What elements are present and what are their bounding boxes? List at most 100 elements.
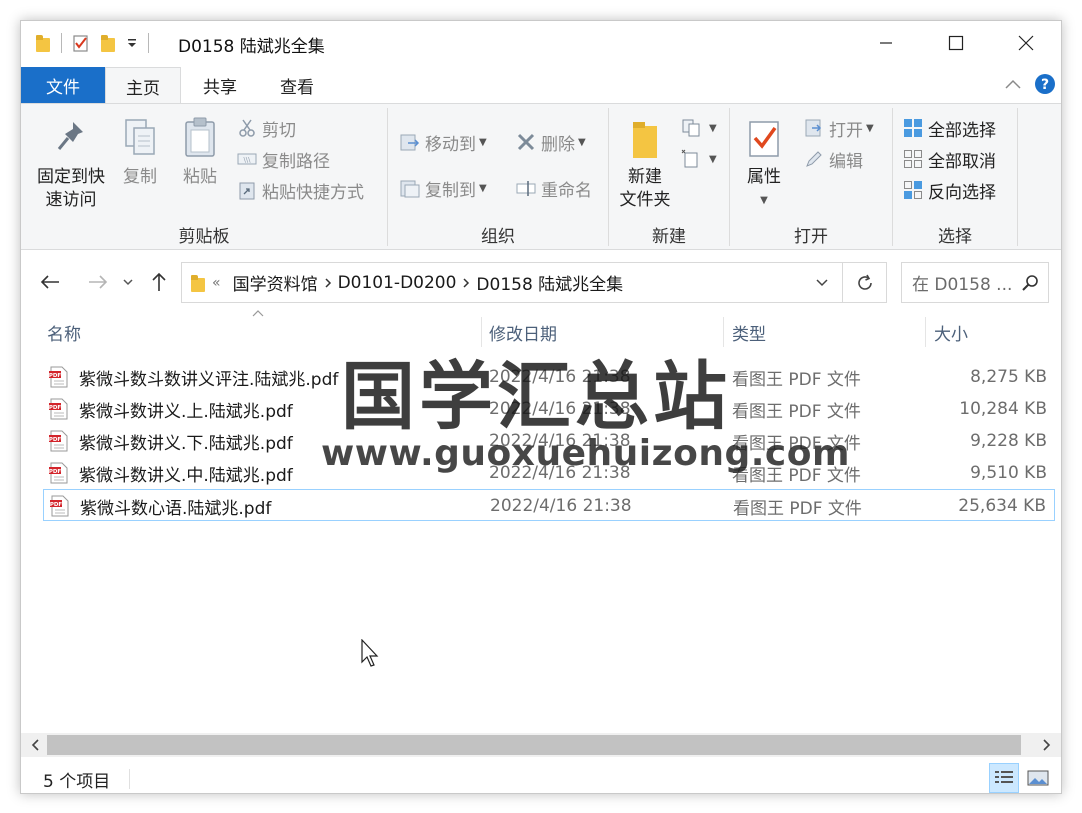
arrow-right-icon	[89, 275, 108, 289]
breadcrumb-item[interactable]: 国学资料馆	[233, 270, 318, 295]
tab-view[interactable]: 查看	[259, 67, 335, 103]
select-all-label: 全部选择	[928, 120, 996, 141]
properties-label: 属性	[747, 167, 781, 187]
large-icons-view-button[interactable]	[1023, 763, 1053, 793]
cut-label: 剪切	[262, 120, 296, 141]
maximize-button[interactable]	[933, 21, 979, 65]
chevron-down-icon: ▼	[866, 122, 874, 134]
address-bar[interactable]: « 国学资料馆 D0101-D0200 D0158 陆斌兆全集	[181, 262, 843, 303]
paste-button[interactable]: 粘贴	[173, 116, 227, 189]
select-none-button[interactable]: 全部取消	[903, 145, 996, 173]
copy-path-button[interactable]: \\\ 复制路径	[237, 145, 330, 173]
divider	[148, 33, 149, 53]
refresh-button[interactable]	[843, 262, 887, 303]
properties-button[interactable]: 属性 ▼	[736, 116, 792, 212]
search-icon	[1022, 275, 1038, 291]
move-to-icon	[400, 134, 420, 151]
open-icon	[805, 119, 822, 137]
scroll-right-button[interactable]	[1035, 733, 1059, 757]
new-group: 新建 文件夹 ▼ ▼ 新建	[609, 104, 729, 251]
edit-button[interactable]: 编辑	[804, 145, 863, 173]
rename-label: 重命名	[541, 180, 592, 201]
invert-selection-icon	[904, 181, 922, 199]
explorer-window: D0158 陆斌兆全集 文件 主页 共享 查看 ? 固定到快 速访问 复制 粘贴…	[20, 20, 1062, 794]
pdf-file-icon: PDF	[49, 430, 68, 452]
pdf-file-icon: PDF	[49, 462, 68, 484]
new-folder-label-line2: 文件夹	[619, 190, 671, 210]
move-to-button[interactable]: 移动到 ▼	[400, 128, 487, 156]
address-dropdown-button[interactable]	[802, 263, 842, 302]
file-type: 看图王 PDF 文件	[732, 369, 861, 390]
folder-icon[interactable]	[35, 34, 51, 52]
close-button[interactable]	[1003, 21, 1049, 65]
chevron-down-icon	[816, 278, 828, 286]
breadcrumb-item[interactable]: D0158 陆斌兆全集	[476, 270, 623, 295]
maximize-icon	[948, 35, 964, 51]
details-view-icon	[995, 771, 1013, 783]
svg-text:?: ?	[1041, 77, 1049, 93]
tab-file[interactable]: 文件	[21, 67, 105, 103]
copy-path-label: 复制路径	[262, 151, 330, 172]
new-item-button[interactable]: ▼	[681, 114, 717, 142]
address-prefix[interactable]: «	[212, 275, 221, 291]
open-button[interactable]: 打开 ▼	[804, 114, 874, 142]
close-icon	[1018, 35, 1034, 51]
move-to-label: 移动到	[425, 134, 476, 155]
tab-home[interactable]: 主页	[105, 67, 181, 104]
properties-check-icon[interactable]	[72, 33, 90, 53]
scrollbar-thumb[interactable]	[47, 735, 1021, 755]
file-row-selected[interactable]: PDF 紫微斗数心语.陆斌兆.pdf 2022/4/16 21:38 看图王 P…	[43, 489, 1055, 521]
search-input[interactable]: 在 D0158 ...	[901, 262, 1049, 303]
up-button[interactable]	[145, 267, 173, 297]
search-placeholder: 在 D0158 ...	[912, 275, 1013, 295]
paste-shortcut-button[interactable]: 粘贴快捷方式	[237, 176, 364, 204]
copy-to-button[interactable]: 复制到 ▼	[400, 174, 487, 202]
arrow-up-icon	[152, 272, 166, 291]
column-header-name[interactable]: 名称	[47, 317, 81, 347]
chevron-right-icon[interactable]	[324, 277, 332, 289]
divider	[1017, 108, 1018, 246]
recent-locations-button[interactable]	[119, 267, 137, 297]
details-view-button[interactable]	[989, 763, 1019, 793]
rename-button[interactable]: 重命名	[516, 174, 592, 202]
open-label: 打开	[829, 120, 863, 141]
properties-check-icon	[749, 121, 779, 157]
select-all-icon	[904, 119, 922, 137]
paste-label: 粘贴	[183, 167, 217, 187]
file-name-cell: PDF 紫微斗数讲义.中.陆斌兆.pdf	[49, 457, 293, 489]
pdf-file-icon: PDF	[49, 398, 68, 420]
back-button[interactable]	[35, 267, 65, 297]
folder-icon	[190, 274, 206, 292]
help-icon[interactable]: ?	[1034, 73, 1056, 95]
file-name: 紫微斗数讲义.下.陆斌兆.pdf	[79, 433, 293, 454]
chevron-right-icon[interactable]	[462, 277, 470, 289]
scroll-left-button[interactable]	[23, 733, 47, 757]
horizontal-scrollbar[interactable]	[21, 733, 1061, 757]
tab-share[interactable]: 共享	[183, 67, 257, 103]
customize-toolbar-icon[interactable]	[126, 36, 138, 50]
delete-button[interactable]: 删除 ▼	[516, 128, 586, 156]
copy-button[interactable]: 复制	[115, 116, 165, 189]
column-header-size[interactable]: 大小	[934, 317, 968, 347]
rename-icon	[516, 181, 536, 196]
delete-x-icon	[517, 133, 535, 151]
select-group: 全部选择 全部取消 反向选择 选择	[893, 104, 1017, 251]
file-type: 看图王 PDF 文件	[733, 498, 862, 519]
file-type: 看图王 PDF 文件	[732, 401, 861, 422]
column-divider[interactable]	[925, 317, 926, 347]
column-header-type[interactable]: 类型	[732, 317, 766, 347]
open-group-label: 打开	[794, 227, 828, 247]
copy-icon	[125, 119, 155, 155]
new-folder-button[interactable]: 新建 文件夹	[615, 116, 675, 212]
pin-quick-access-button[interactable]: 固定到快 速访问	[31, 116, 111, 212]
cut-button[interactable]: 剪切	[237, 114, 296, 142]
minimize-button[interactable]	[863, 21, 909, 65]
new-folder-icon[interactable]	[100, 34, 116, 52]
forward-button[interactable]	[83, 267, 113, 297]
easy-access-button[interactable]: ▼	[681, 145, 717, 173]
invert-selection-button[interactable]: 反向选择	[903, 176, 996, 204]
ribbon-tabs: 文件 主页 共享 查看 ?	[21, 65, 1061, 104]
select-all-button[interactable]: 全部选择	[903, 114, 996, 142]
chevron-up-icon[interactable]	[1004, 77, 1022, 91]
breadcrumb-item[interactable]: D0101-D0200	[338, 273, 457, 293]
